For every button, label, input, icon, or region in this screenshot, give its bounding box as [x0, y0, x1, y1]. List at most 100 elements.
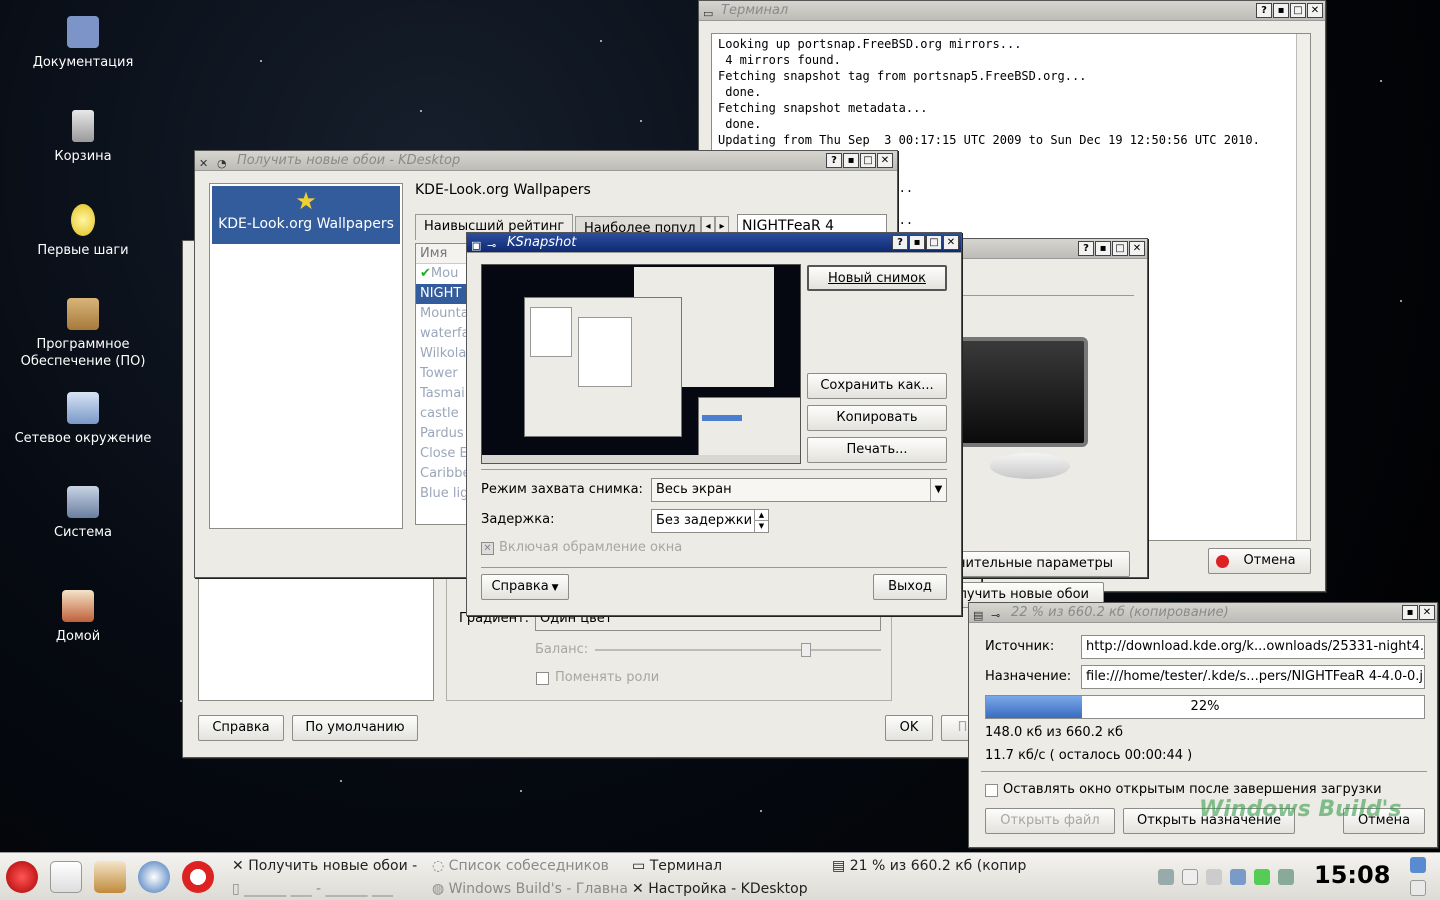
desktop-icon-label: Программное Обеспечение (ПО)	[20, 337, 146, 369]
minimize-icon[interactable]: ▪	[909, 235, 925, 250]
advanced-options-button[interactable]: нительные параметры	[940, 551, 1130, 577]
konqueror-icon[interactable]	[138, 861, 170, 893]
swap-roles-checkbox[interactable]	[536, 672, 549, 685]
desktop-icon-network[interactable]: Сетевое окружение	[8, 392, 158, 447]
pin-icon[interactable]: ◔	[217, 154, 231, 170]
pin-icon[interactable]: ⊸	[487, 236, 501, 252]
keep-open-checkbox[interactable]	[985, 784, 998, 797]
desktop-icon-system[interactable]: Система	[8, 486, 158, 541]
close-icon[interactable]: ✕	[877, 153, 893, 168]
task-kdesktop-settings[interactable]: ✕ Настройка - KDesktop	[632, 878, 828, 900]
download-titlebar[interactable]: ▤ ⊸ 22 % из 660.2 кб (копирование) ▪ ✕	[969, 603, 1437, 623]
task-label: ______ ___ - ______ ___	[244, 881, 394, 897]
download-window[interactable]: ▤ ⊸ 22 % из 660.2 кб (копирование) ▪ ✕ Ис…	[968, 602, 1438, 848]
help-icon[interactable]: ?	[1078, 241, 1094, 256]
close-icon[interactable]: ✕	[1419, 605, 1435, 620]
task-contact-list[interactable]: ◌ Список собеседников	[432, 855, 622, 877]
terminal-titlebar[interactable]: ▭ Терминал ? ▪ □ ✕	[699, 1, 1325, 21]
defaults-button[interactable]: По умолчанию	[292, 715, 418, 741]
task-download[interactable]: ▤ 21 % из 660.2 кб (копир	[832, 855, 1028, 877]
ok-button[interactable]: OK	[885, 715, 933, 741]
preview-provider-list	[530, 307, 572, 357]
minimize-icon[interactable]: ▪	[1095, 241, 1111, 256]
maximize-icon[interactable]: □	[1290, 3, 1306, 18]
destination-field[interactable]: file:///home/tester/.kde/s...pers/NIGHTF…	[1081, 665, 1425, 689]
show-desktop-icon[interactable]	[1410, 857, 1426, 873]
quit-button[interactable]: Выход	[873, 574, 947, 600]
home-icon[interactable]	[94, 861, 126, 893]
provider-item-kde-look[interactable]: ★ KDE-Look.org Wallpapers	[212, 186, 400, 244]
chevron-down-icon[interactable]: ▼	[930, 479, 946, 501]
help-button[interactable]: Справка	[198, 715, 284, 741]
source-field[interactable]: http://download.kde.org/k...ownloads/253…	[1081, 635, 1425, 659]
wallpapers-titlebar[interactable]: ✕ ◔ Получить новые обои - KDesktop ? ▪ □ ✕	[195, 151, 897, 171]
balance-slider[interactable]	[595, 649, 881, 651]
maximize-icon[interactable]: □	[860, 153, 876, 168]
monitor-preview	[956, 337, 1088, 447]
minimize-icon[interactable]: ▪	[843, 153, 859, 168]
help-icon[interactable]: ?	[1256, 3, 1272, 18]
text-editor-icon[interactable]	[50, 861, 82, 893]
capture-mode-select[interactable]: Весь экран ▼	[651, 478, 947, 502]
clipboard-icon[interactable]	[1182, 869, 1198, 885]
clock[interactable]: 15:08	[1314, 861, 1390, 889]
maximize-icon[interactable]: □	[926, 235, 942, 250]
maximize-icon[interactable]: □	[1112, 241, 1128, 256]
spin-up-icon[interactable]: ▲	[754, 510, 768, 521]
ksnapshot-titlebar[interactable]: ▣ ⊸ KSnapshot ? ▪ □ ✕	[467, 233, 961, 253]
spin-down-icon[interactable]: ▼	[754, 521, 768, 532]
volume-icon[interactable]	[1158, 869, 1174, 885]
close-icon[interactable]: ✕	[1129, 241, 1145, 256]
delay-spinbox[interactable]: Без задержки ▲ ▼	[651, 509, 769, 533]
task-terminal[interactable]: ▭ Терминал	[632, 855, 822, 877]
network-monitor-icon[interactable]	[1230, 869, 1246, 885]
desktop-icon-software[interactable]: Программное Обеспечение (ПО)	[8, 298, 158, 370]
messenger-icon[interactable]	[1278, 869, 1294, 885]
snapshot-preview[interactable]	[481, 264, 801, 464]
ksnapshot-window[interactable]: ▣ ⊸ KSnapshot ? ▪ □ ✕ Новый снимок Сохранит…	[466, 232, 962, 616]
star	[600, 40, 602, 42]
monitor-cancel-button[interactable]: Отмена	[1208, 548, 1311, 574]
maximize-icon[interactable]: ▪	[1402, 605, 1418, 620]
include-decorations-checkbox[interactable]: ✕	[481, 542, 494, 555]
balance-slider-handle[interactable]	[801, 643, 811, 657]
monitor-dialog[interactable]: ? ▪ □ ✕ нительные параметры	[940, 238, 1148, 578]
update-icon[interactable]	[1254, 869, 1270, 885]
new-snapshot-button[interactable]: Новый снимок	[807, 265, 947, 291]
monitor-dialog-titlebar[interactable]: ? ▪ □ ✕	[940, 239, 1147, 259]
terminal-scrollbar[interactable]	[1296, 34, 1310, 540]
pin-icon[interactable]: ⊸	[991, 606, 1005, 622]
help-menu-button[interactable]: Справка ▼	[481, 574, 569, 600]
desktop-icon-home[interactable]: Домой	[3, 590, 153, 645]
copy-button[interactable]: Копировать	[807, 405, 947, 431]
task-get-wallpapers[interactable]: ✕ Получить новые обои -	[232, 855, 422, 877]
desktop-icon-trash[interactable]: Корзина	[8, 110, 158, 165]
save-as-button[interactable]: Сохранить как...	[807, 373, 947, 399]
task-browser[interactable]: ◍ Windows Build's - Главная	[432, 878, 628, 900]
include-decorations-label: Включая обрамление окна	[499, 540, 683, 555]
trash-icon	[72, 110, 94, 142]
capture-mode-label: Режим захвата снимка:	[481, 482, 643, 497]
minimize-icon[interactable]: ▪	[1273, 3, 1289, 18]
cancel-label: Отмена	[1243, 553, 1296, 568]
help-icon[interactable]: ?	[826, 153, 842, 168]
package-icon	[67, 298, 99, 330]
window-title: 22 % из 660.2 кб (копирование)	[1011, 605, 1229, 620]
kde-x-icon: ✕	[199, 157, 209, 170]
kde-menu-icon[interactable]	[6, 861, 38, 893]
cancel-icon	[1216, 555, 1229, 568]
print-button[interactable]: Печать...	[807, 437, 947, 463]
delay-label: Задержка:	[481, 512, 555, 527]
open-file-button[interactable]: Открыть файл	[985, 808, 1115, 834]
window-list-icon[interactable]	[1410, 880, 1426, 896]
help-lifebuoy-icon[interactable]	[182, 861, 214, 893]
task-folder[interactable]: ▯ ______ ___ - ______ ___	[232, 878, 422, 900]
desktop-icon-label: Система	[53, 525, 113, 540]
close-icon[interactable]: ✕	[943, 235, 959, 250]
removable-drive-icon[interactable]	[1206, 869, 1222, 885]
desktop-icon-first-steps[interactable]: Первые шаги	[8, 204, 158, 259]
close-icon[interactable]: ✕	[1307, 3, 1323, 18]
desktop-icon-docs[interactable]: Документация	[8, 16, 158, 71]
provider-list[interactable]: ★ KDE-Look.org Wallpapers	[209, 183, 403, 529]
help-icon[interactable]: ?	[892, 235, 908, 250]
